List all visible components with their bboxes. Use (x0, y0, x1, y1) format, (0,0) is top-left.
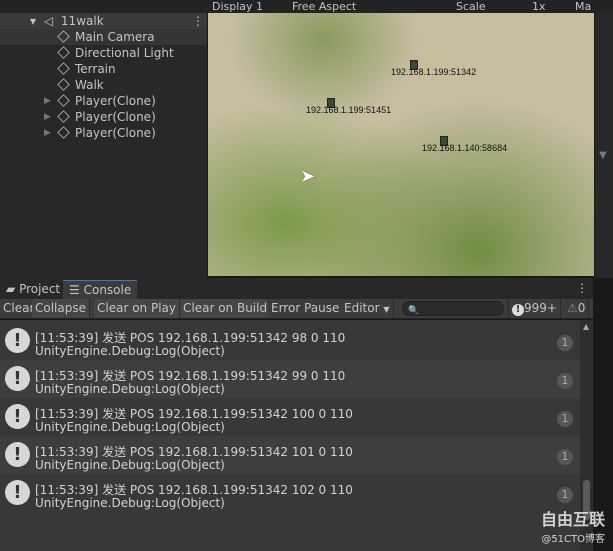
hierarchy-item[interactable]: ▶ Player(Clone) (0, 109, 207, 125)
hierarchy-item-label: Player(Clone) (75, 110, 156, 124)
clear-on-play-toggle[interactable]: Clear on Play (94, 299, 180, 318)
console-tabs: ▰ Project ☰ Console ⋮ (0, 278, 593, 299)
more-icon[interactable]: ⋮ (192, 13, 204, 29)
watermark: 自由互联 @51CTO博客 (541, 506, 605, 545)
aspect-dropdown[interactable]: Free Aspect (292, 0, 356, 13)
log-count-badge: 1 (557, 335, 573, 351)
info-icon: ! (5, 328, 30, 353)
watermark-sub: @51CTO博客 (541, 534, 605, 545)
log-trace: UnityEngine.Debug:Log(Object) (35, 420, 225, 434)
log-trace: UnityEngine.Debug:Log(Object) (35, 458, 225, 472)
folder-icon: ▰ (6, 282, 16, 296)
log-trace: UnityEngine.Debug:Log(Object) (35, 496, 225, 510)
console-log-list[interactable]: ! [11:53:39] 发送 POS 192.168.1.199:51342 9… (0, 320, 580, 551)
tab-label: Project (19, 282, 61, 296)
gameobject-icon (57, 30, 70, 43)
error-pause-toggle[interactable]: Error Pause (268, 299, 344, 318)
expand-arrow-icon[interactable]: ▶ (44, 109, 51, 125)
tab-console[interactable]: ☰ Console (63, 280, 138, 299)
hierarchy-item-label: Walk (75, 78, 104, 92)
top-toolbar: Display 1 Free Aspect Scale 1x Ma (0, 0, 613, 13)
expand-arrow-icon[interactable]: ▾ (30, 14, 36, 28)
watermark-brand: 自由互联 (540, 510, 605, 529)
player-label: 192.168.1.199:51451 (306, 105, 392, 115)
hierarchy-item[interactable]: ▶ Player(Clone) (0, 125, 207, 141)
display-dropdown[interactable]: Display 1 (212, 0, 263, 13)
gameobject-icon (57, 46, 70, 59)
console-icon: ☰ (69, 283, 80, 297)
search-icon: 🔍 (408, 306, 420, 316)
log-count-badge: 1 (557, 411, 573, 427)
search-input[interactable]: 🔍 (402, 301, 504, 316)
hierarchy-item[interactable]: Walk (0, 77, 207, 93)
scroll-up-icon[interactable]: ▲ (583, 322, 589, 331)
editor-dropdown[interactable]: Editor ▼ (341, 299, 394, 318)
log-count-badge: 1 (557, 373, 573, 389)
gameobject-icon (57, 126, 70, 139)
player-label: 192.168.1.199:51342 (391, 67, 477, 77)
info-icon: ! (512, 304, 524, 316)
hierarchy-item[interactable]: Terrain (0, 61, 207, 77)
collapse-arrow-icon[interactable]: ▼ (599, 150, 607, 161)
hierarchy-panel: ▾ ◁ 11walk ⋮ Main Camera Directional Ligh… (0, 0, 207, 278)
chevron-down-icon: ▼ (383, 305, 390, 314)
hierarchy-item-label: Player(Clone) (75, 126, 156, 140)
gameobject-icon (57, 78, 70, 91)
hierarchy-item[interactable]: Directional Light (0, 45, 207, 61)
hierarchy-item-label: Main Camera (75, 30, 155, 44)
expand-arrow-icon[interactable]: ▶ (44, 125, 51, 141)
game-view[interactable]: 192.168.1.199:51342 192.168.1.199:51451 … (208, 13, 594, 276)
maximize-toggle[interactable]: Ma (575, 0, 591, 13)
hierarchy-item-label: Terrain (75, 62, 116, 76)
warning-filter-toggle[interactable]: ⚠0 (564, 299, 590, 318)
log-entry[interactable]: ! [11:53:39] 发送 POS 192.168.1.199:51342 1… (0, 398, 580, 436)
info-icon: ! (5, 442, 30, 467)
gameobject-icon (57, 62, 70, 75)
scene-name: 11walk (60, 14, 104, 28)
hierarchy-item-label: Player(Clone) (75, 94, 156, 108)
log-count: 999+ (524, 301, 557, 315)
collapse-toggle[interactable]: Collapse (32, 299, 90, 318)
scale-label: Scale (456, 0, 486, 13)
log-count-badge: 1 (557, 449, 573, 465)
tab-label: Console (83, 283, 132, 297)
log-entry[interactable]: ! [11:53:39] 发送 POS 192.168.1.199:51342 1… (0, 436, 580, 474)
log-filter-toggle[interactable]: ! 999+ (508, 299, 561, 318)
info-icon: ! (5, 404, 30, 429)
scale-value: 1x (532, 0, 546, 13)
log-trace: UnityEngine.Debug:Log(Object) (35, 344, 225, 358)
warning-icon: ⚠ (567, 301, 578, 315)
editor-label: Editor (344, 301, 380, 315)
inspector-panel-edge: ▼ (594, 13, 613, 278)
hierarchy-item-label: Directional Light (75, 46, 174, 60)
mouse-cursor-icon: ➤ (300, 166, 316, 187)
info-icon: ! (5, 366, 30, 391)
info-icon: ! (5, 480, 30, 505)
gameobject-icon (57, 94, 70, 107)
clear-on-build-toggle[interactable]: Clear on Build (180, 299, 272, 318)
log-entry[interactable]: ! [11:53:39] 发送 POS 192.168.1.199:51342 9… (0, 322, 580, 360)
player-label: 192.168.1.140:58684 (422, 143, 508, 153)
expand-arrow-icon[interactable]: ▶ (44, 93, 51, 109)
log-trace: UnityEngine.Debug:Log(Object) (35, 382, 225, 396)
hierarchy-item[interactable]: ▶ Player(Clone) (0, 93, 207, 109)
log-entry[interactable]: ! [11:53:39] 发送 POS 192.168.1.199:51342 1… (0, 474, 580, 512)
gameobject-icon (57, 110, 70, 123)
warning-count: 0 (577, 301, 586, 315)
log-entry[interactable]: ! [11:53:39] 发送 POS 192.168.1.199:51342 9… (0, 360, 580, 398)
scene-row[interactable]: ▾ ◁ 11walk ⋮ (0, 13, 207, 29)
hierarchy-item[interactable]: Main Camera (0, 29, 207, 45)
panel-menu-icon[interactable]: ⋮ (576, 281, 588, 295)
console-toolbar: Clear Collapse Clear on Play Clear on Bu… (0, 299, 593, 319)
unity-scene-icon: ◁ (43, 14, 54, 28)
log-count-badge: 1 (557, 487, 573, 503)
tab-project[interactable]: ▰ Project (0, 280, 66, 299)
